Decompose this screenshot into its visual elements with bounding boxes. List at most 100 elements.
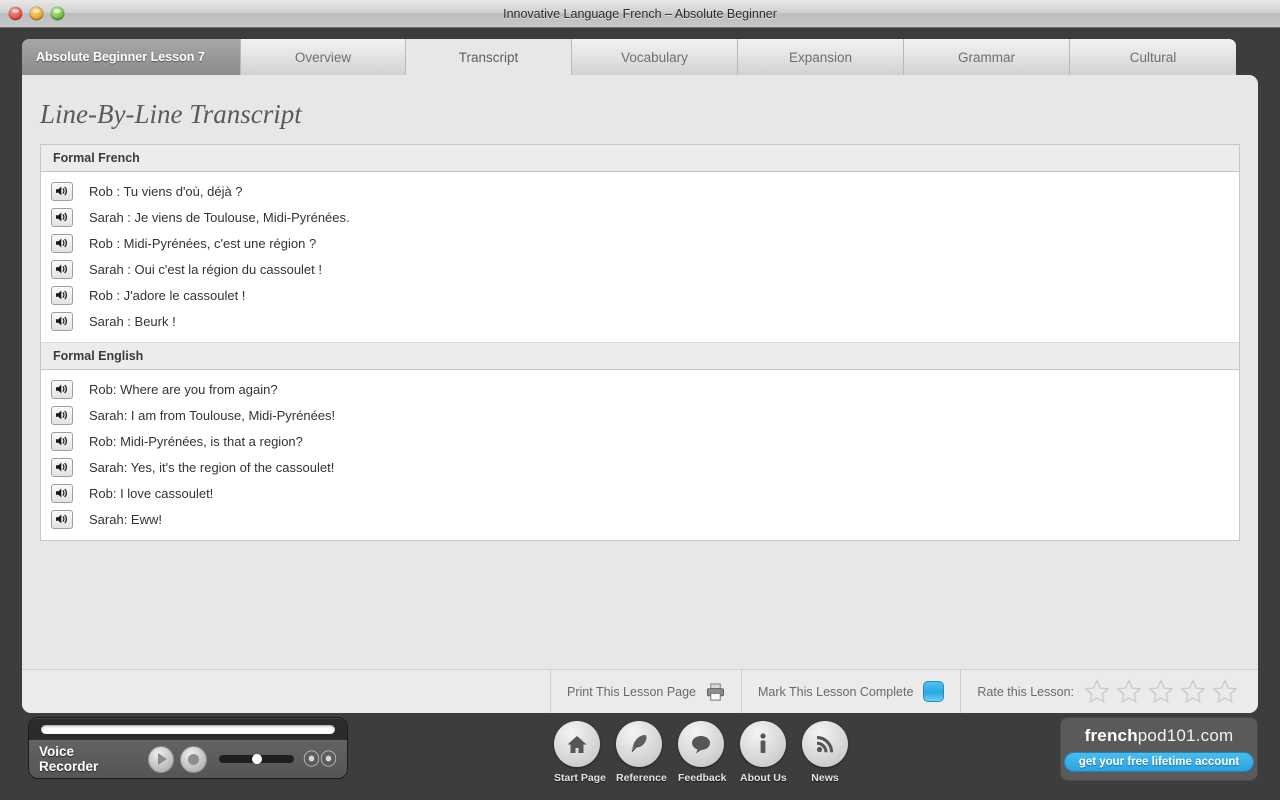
tab-vocabulary[interactable]: Vocabulary bbox=[572, 39, 738, 75]
dock-icon-row: Start Page Reference Feedback About Us N… bbox=[554, 721, 848, 784]
rating-stars[interactable] bbox=[1084, 679, 1242, 704]
play-audio-button[interactable] bbox=[51, 181, 73, 201]
play-audio-button[interactable] bbox=[51, 509, 73, 529]
play-audio-button[interactable] bbox=[51, 259, 73, 279]
play-audio-button[interactable] bbox=[51, 457, 73, 477]
info-icon bbox=[760, 733, 766, 753]
bottom-dock: Voice Recorder ⦿⦿ Start Page Reference F… bbox=[0, 713, 1280, 800]
printer-icon bbox=[706, 682, 725, 701]
transcript-line-text: Sarah : Je viens de Toulouse, Midi-Pyrén… bbox=[89, 209, 350, 225]
speaker-icon bbox=[56, 290, 67, 300]
tab-lesson-title: Absolute Beginner Lesson 7 bbox=[22, 39, 241, 75]
transcript-line-text: Rob: Midi-Pyrénées, is that a region? bbox=[89, 433, 303, 449]
dock-label: News bbox=[811, 772, 839, 784]
speaker-icon bbox=[56, 514, 67, 524]
dock-label: Feedback bbox=[678, 772, 727, 784]
dock-item-news[interactable]: News bbox=[802, 721, 848, 784]
play-audio-button[interactable] bbox=[51, 379, 73, 399]
transcript-line: Sarah : Beurk ! bbox=[41, 308, 1239, 334]
mark-complete-checkbox[interactable] bbox=[923, 681, 945, 702]
rating-star-1[interactable] bbox=[1084, 679, 1110, 704]
transcript-line: Sarah: I am from Toulouse, Midi-Pyrénées… bbox=[41, 402, 1239, 428]
tab-grammar[interactable]: Grammar bbox=[904, 39, 1070, 75]
speaker-icon bbox=[56, 264, 67, 274]
minimize-button[interactable] bbox=[30, 7, 43, 20]
dock-item-reference[interactable]: Reference bbox=[616, 721, 667, 784]
recorder-controls: Voice Recorder ⦿⦿ bbox=[39, 740, 337, 778]
play-audio-button[interactable] bbox=[51, 431, 73, 451]
title-bar: Innovative Language French – Absolute Be… bbox=[0, 0, 1280, 28]
speaker-icon bbox=[56, 384, 67, 394]
tab-cultural[interactable]: Cultural bbox=[1070, 39, 1236, 75]
info-icon-circle bbox=[740, 721, 786, 767]
transcript-line-text: Rob : J'adore le cassoulet ! bbox=[89, 287, 246, 303]
tab-expansion[interactable]: Expansion bbox=[738, 39, 904, 75]
recorder-volume-slider[interactable] bbox=[219, 754, 294, 764]
rating-star-3[interactable] bbox=[1148, 679, 1174, 704]
lesson-actions-bar: Print This Lesson Page Mark This Lesson … bbox=[22, 669, 1258, 713]
mark-complete-label: Mark This Lesson Complete bbox=[758, 684, 914, 699]
play-icon bbox=[158, 753, 168, 765]
recorder-progress-bar[interactable] bbox=[41, 725, 335, 734]
transcript-line: Sarah: Yes, it's the region of the casso… bbox=[41, 454, 1239, 480]
transcript-table: Formal French Rob : Tu viens d'où, déjà … bbox=[40, 144, 1240, 541]
volume-slider-knob[interactable] bbox=[252, 754, 263, 764]
recorder-record-button[interactable] bbox=[180, 745, 208, 773]
rate-lesson-action: Rate this Lesson: bbox=[960, 669, 1258, 713]
print-lesson-action[interactable]: Print This Lesson Page bbox=[550, 669, 741, 713]
section-heading-formal-english: Formal English bbox=[41, 342, 1239, 370]
page-title: Line-By-Line Transcript bbox=[40, 99, 302, 129]
speech-bubble-icon bbox=[692, 736, 710, 754]
window-body: Absolute Beginner Lesson 7 Overview Tran… bbox=[0, 28, 1280, 800]
window-title: Innovative Language French – Absolute Be… bbox=[503, 6, 777, 21]
transcript-line-text: Rob: I love cassoulet! bbox=[89, 485, 214, 501]
rss-icon bbox=[816, 736, 834, 753]
transcript-line: Rob : Tu viens d'où, déjà ? bbox=[41, 178, 1239, 204]
sound-wave-icon: ⦿⦿ bbox=[303, 749, 337, 769]
home-icon-circle bbox=[554, 721, 600, 767]
speaker-icon bbox=[56, 238, 67, 248]
section-heading-formal-french: Formal French bbox=[41, 145, 1239, 172]
transcript-line: Rob: I love cassoulet! bbox=[41, 480, 1239, 506]
rss-icon-circle bbox=[802, 721, 848, 767]
home-icon bbox=[567, 735, 587, 753]
zoom-button[interactable] bbox=[51, 7, 64, 20]
speaker-icon bbox=[56, 212, 67, 222]
play-audio-button[interactable] bbox=[51, 285, 73, 305]
dock-item-about-us[interactable]: About Us bbox=[740, 721, 787, 784]
transcript-line-text: Rob: Where are you from again? bbox=[89, 381, 278, 397]
rating-star-5[interactable] bbox=[1212, 679, 1238, 704]
speaker-icon bbox=[56, 488, 67, 498]
transcript-line-text: Rob : Tu viens d'où, déjà ? bbox=[89, 183, 243, 199]
tab-overview[interactable]: Overview bbox=[241, 39, 406, 75]
print-lesson-label: Print This Lesson Page bbox=[567, 684, 697, 699]
feather-icon-circle bbox=[616, 721, 662, 767]
close-button[interactable] bbox=[9, 7, 22, 20]
feather-icon bbox=[631, 735, 647, 752]
rating-star-4[interactable] bbox=[1180, 679, 1206, 704]
brand-site-rest: pod101.com bbox=[1137, 726, 1234, 745]
tab-transcript[interactable]: Transcript bbox=[406, 39, 572, 75]
brand-site-name: frenchpod101.com bbox=[1085, 726, 1234, 746]
transcript-line-text: Sarah : Oui c'est la région du cassoulet… bbox=[89, 261, 322, 277]
play-audio-button[interactable] bbox=[51, 483, 73, 503]
play-audio-button[interactable] bbox=[51, 207, 73, 227]
play-audio-button[interactable] bbox=[51, 405, 73, 425]
transcript-line: Rob : J'adore le cassoulet ! bbox=[41, 282, 1239, 308]
recorder-play-button[interactable] bbox=[147, 745, 175, 773]
play-audio-button[interactable] bbox=[51, 233, 73, 253]
voice-recorder-panel: Voice Recorder ⦿⦿ bbox=[28, 717, 348, 779]
play-audio-button[interactable] bbox=[51, 311, 73, 331]
dock-item-feedback[interactable]: Feedback bbox=[678, 721, 727, 784]
dock-item-start-page[interactable]: Start Page bbox=[554, 721, 606, 784]
transcript-line: Rob: Midi-Pyrénées, is that a region? bbox=[41, 428, 1239, 454]
transcript-lines-french: Rob : Tu viens d'où, déjà ? Sarah : Je v… bbox=[41, 172, 1239, 342]
rating-star-2[interactable] bbox=[1116, 679, 1142, 704]
free-account-button[interactable]: get your free lifetime account bbox=[1063, 752, 1255, 772]
transcript-line: Rob: Where are you from again? bbox=[41, 376, 1239, 402]
dock-label: About Us bbox=[740, 772, 787, 784]
record-icon bbox=[188, 753, 200, 765]
mark-lesson-complete-action[interactable]: Mark This Lesson Complete bbox=[741, 669, 960, 713]
voice-recorder-label: Voice Recorder bbox=[39, 744, 99, 774]
speaker-icon bbox=[56, 436, 67, 446]
